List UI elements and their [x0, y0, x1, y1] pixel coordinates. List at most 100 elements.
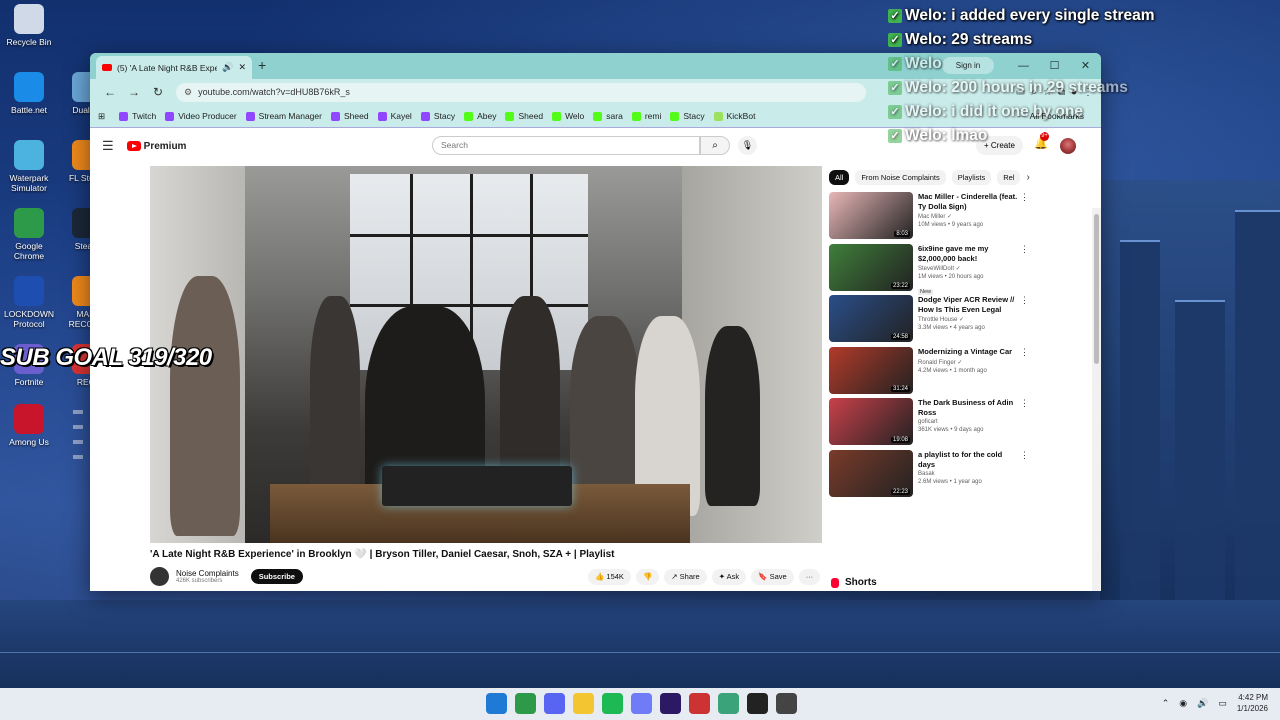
tray-overflow-icon[interactable]: ⌃: [1162, 698, 1170, 709]
obs-icon[interactable]: [747, 693, 768, 714]
site-info-icon[interactable]: ⚙: [184, 87, 192, 98]
video-action-button[interactable]: 👍 154K: [588, 569, 631, 585]
bookmark-item[interactable]: Stacy: [420, 111, 455, 121]
recommendation-item[interactable]: 22:23 a playlist to for the cold days Basa…: [829, 450, 1029, 498]
bookmark-item[interactable]: KickBot: [713, 111, 755, 121]
bookmark-item[interactable]: Kayel: [377, 111, 412, 121]
clock-date: 1/1/2026: [1236, 704, 1268, 713]
call-of-duty-icon[interactable]: [776, 693, 797, 714]
reload-icon[interactable]: ↻: [146, 85, 170, 99]
spotify-icon[interactable]: [602, 693, 623, 714]
browser-tab[interactable]: (5) 'A Late Night R&B Experi 🔊 ✕: [96, 56, 252, 79]
chat-text: : i did it one by one: [941, 103, 1083, 120]
filter-chip[interactable]: Playlists: [951, 170, 992, 185]
battery-icon[interactable]: ▭: [1218, 698, 1227, 709]
video-action-button[interactable]: ↗ Share: [664, 569, 707, 585]
discord-icon[interactable]: [544, 693, 565, 714]
search-icon[interactable]: ⌕: [700, 136, 730, 155]
bookmark-item[interactable]: Video Producer: [165, 111, 237, 121]
video-action-button[interactable]: 👎: [635, 569, 660, 585]
new-tab-button[interactable]: +: [258, 57, 266, 73]
recommendation-channel[interactable]: Ronald Finger ✓: [918, 359, 1020, 366]
filter-chip[interactable]: All: [829, 170, 850, 185]
video-thumbnail[interactable]: 24:58: [829, 295, 913, 342]
recommendation-item[interactable]: 24:58 Dodge Viper ACR Review // How Is Th…: [829, 295, 1029, 343]
more-options-icon[interactable]: ⋮: [1020, 295, 1029, 343]
channel-avatar[interactable]: [150, 567, 169, 586]
shorts-label: Shorts: [845, 577, 877, 588]
desktop-icon[interactable]: Among Us: [0, 404, 58, 447]
bookmark-favicon-icon: [377, 111, 387, 121]
windows-taskbar: ⌃ ◉ 🔊 ▭ 4:42 PM 1/1/2026: [0, 688, 1280, 720]
back-icon[interactable]: ←: [98, 85, 122, 99]
hamburger-menu-icon[interactable]: ☰: [102, 138, 114, 154]
bookmark-item[interactable]: Twitch: [119, 111, 156, 121]
duration-badge: 31:24: [890, 386, 910, 392]
video-thumbnail[interactable]: 19:08: [829, 398, 913, 445]
bookmark-item[interactable]: Sheed: [330, 111, 369, 121]
filter-chip[interactable]: From Noise Complaints: [855, 170, 946, 185]
desktop-icon[interactable]: Recycle Bin: [0, 4, 58, 47]
volume-icon[interactable]: 🔊: [1197, 698, 1208, 709]
recommendation-item[interactable]: 19:08 The Dark Business of Adin Ross gofic…: [829, 398, 1029, 446]
clock[interactable]: 4:42 PM 1/1/2026: [1237, 692, 1268, 714]
microphone-icon[interactable]: 🎙: [738, 136, 757, 155]
video-thumbnail[interactable]: 31:24: [829, 347, 913, 394]
more-options-icon[interactable]: ⋮: [1020, 347, 1029, 395]
desktop-icon[interactable]: LOCKDOWN Protocol: [0, 276, 58, 329]
more-options-icon[interactable]: ⋮: [1020, 398, 1029, 446]
video-thumbnail[interactable]: 23:22: [829, 244, 913, 291]
address-bar[interactable]: ⚙ youtube.com/watch?v=dHU8B76kR_s: [176, 82, 866, 102]
premiere-icon[interactable]: [660, 693, 681, 714]
forward-icon[interactable]: →: [122, 85, 146, 99]
video-action-button[interactable]: ✦ Ask: [711, 569, 747, 585]
bookmark-item[interactable]: Welo: [552, 111, 584, 121]
page-scrollbar[interactable]: [1092, 208, 1101, 591]
recommendation-channel[interactable]: SteveWillDoIt ✓: [918, 265, 1020, 272]
windows-icon[interactable]: [486, 693, 507, 714]
bookmark-item[interactable]: sara: [593, 111, 623, 121]
recommendation-meta: Mac Miller - Cinderella (feat. Ty Dolla …: [918, 192, 1020, 240]
network-icon[interactable]: ◉: [1179, 698, 1187, 709]
recommendation-channel[interactable]: Throttle House ✓: [918, 316, 1020, 323]
bookmark-item[interactable]: Stream Manager: [245, 111, 322, 121]
recommendation-channel[interactable]: Mac Miller ✓: [918, 213, 1020, 220]
chrome-icon[interactable]: [515, 693, 536, 714]
apps-grid-icon[interactable]: ⊞: [98, 111, 105, 122]
desktop-icon[interactable]: Google Chrome: [0, 208, 58, 261]
youtube-logo[interactable]: Premium: [126, 141, 186, 152]
desktop-icon[interactable]: Waterpark Simulator: [0, 140, 58, 193]
recommendation-channel[interactable]: goficart: [918, 419, 1020, 425]
bookmark-item[interactable]: Stacy: [670, 111, 705, 121]
search-input[interactable]: Search: [432, 136, 700, 155]
bookmark-item[interactable]: Abey: [464, 111, 496, 121]
channel-name[interactable]: Noise Complaints: [176, 569, 239, 578]
app-icon[interactable]: [718, 693, 739, 714]
explorer-icon[interactable]: [573, 693, 594, 714]
voice-app-icon[interactable]: [689, 693, 710, 714]
recommendation-item[interactable]: 23:22 6ix9ine gave me my $2,000,000 back!…: [829, 244, 1029, 295]
more-options-icon[interactable]: ⋮: [1020, 192, 1029, 240]
speaker-icon[interactable]: 🔊: [222, 62, 233, 73]
video-thumbnail[interactable]: 22:23: [829, 450, 913, 497]
app-icon: [14, 140, 44, 170]
video-thumbnail[interactable]: 8:03: [829, 192, 913, 239]
bookmark-item[interactable]: Sheed: [505, 111, 543, 121]
video-action-button[interactable]: ···: [798, 569, 821, 585]
copilot-icon[interactable]: [631, 693, 652, 714]
subscribe-button[interactable]: Subscribe: [250, 569, 303, 584]
bookmark-item[interactable]: remi: [631, 111, 661, 121]
recommendation-item[interactable]: 8:03 Mac Miller - Cinderella (feat. Ty Do…: [829, 192, 1029, 240]
video-action-button[interactable]: 🔖 Save: [751, 569, 794, 585]
system-tray: ⌃ ◉ 🔊 ▭ 4:42 PM 1/1/2026: [1162, 692, 1268, 714]
more-options-icon[interactable]: ⋮: [1020, 450, 1029, 498]
more-options-icon[interactable]: ⋮: [1020, 244, 1029, 292]
tab-close-icon[interactable]: ✕: [238, 62, 246, 73]
filter-chip[interactable]: Rel: [997, 170, 1021, 185]
recommendation-channel[interactable]: Basak: [918, 471, 1020, 477]
video-player[interactable]: [150, 166, 822, 543]
recommendation-item[interactable]: 31:24 Modernizing a Vintage Car Ronald Fin…: [829, 347, 1029, 395]
chevron-right-icon[interactable]: ›: [1026, 170, 1029, 185]
desktop-icon[interactable]: Battle.net: [0, 72, 58, 115]
video-title: 'A Late Night R&B Experience' in Brookly…: [150, 549, 615, 560]
